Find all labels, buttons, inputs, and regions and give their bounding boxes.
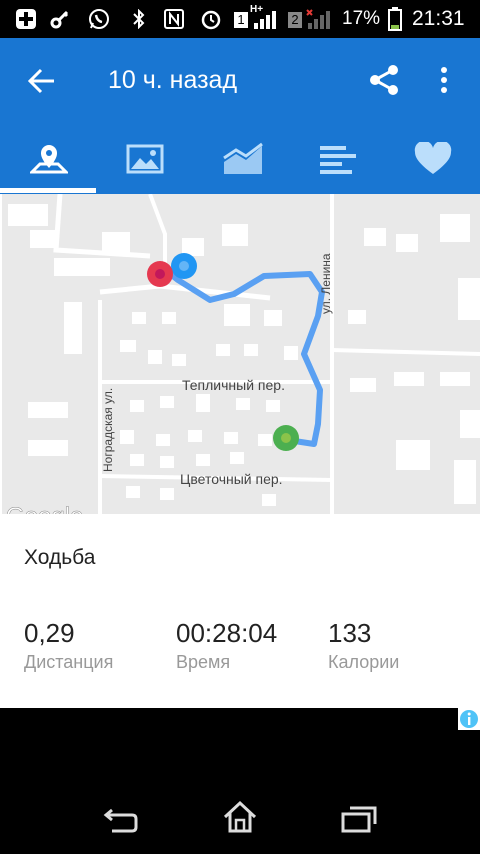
calories-label: Калории: [328, 652, 400, 672]
app-bar: 10 ч. назад: [0, 38, 480, 124]
plus-notification-icon: [16, 9, 36, 29]
ad-banner-strip: [0, 700, 480, 708]
vpn-key-icon: [50, 10, 69, 29]
nfc-icon: [164, 9, 184, 29]
summary-card: Ходьба 0,29 Дистанция 00:28:04 Время 133…: [0, 514, 480, 701]
google-logo: Google: [6, 503, 83, 514]
duration-value: 00:28:04: [176, 618, 278, 648]
bars-icon: [320, 146, 356, 174]
tab-indicator: [0, 188, 96, 193]
activity-type: Ходьба: [24, 546, 96, 569]
page-title: 10 ч. назад: [108, 66, 238, 94]
status-bar: 1 H+ 2 17% 21:31: [0, 0, 480, 38]
current-marker: [171, 253, 197, 279]
overflow-menu-icon[interactable]: [440, 66, 448, 94]
distance-label: Дистанция: [24, 652, 114, 672]
tab-photos[interactable]: [96, 124, 192, 194]
sim2-badge: 2: [288, 12, 302, 28]
chart-icon: [223, 142, 263, 174]
ad-info-button[interactable]: [458, 708, 480, 730]
tab-map[interactable]: [0, 124, 96, 194]
signal-icon: [254, 11, 276, 29]
system-nav-bar: [0, 760, 480, 854]
map-canvas: ул. Ленина Тепличный пер. Ноградская ул.…: [0, 194, 480, 514]
battery-icon: [388, 7, 402, 31]
tab-laps[interactable]: [288, 124, 384, 194]
alarm-icon: [201, 10, 221, 30]
signal-no-service-icon: [306, 9, 330, 29]
start-marker: [273, 425, 299, 451]
bluetooth-icon: [133, 9, 145, 29]
battery-percent: 17%: [342, 8, 381, 29]
sim1-badge: 1: [234, 12, 248, 28]
map-view[interactable]: ул. Ленина Тепличный пер. Ноградская ул.…: [0, 194, 480, 514]
route-line: [165, 269, 325, 447]
heart-icon: [414, 142, 452, 174]
street-label-teplichny: Тепличный пер.: [182, 377, 285, 393]
share-icon[interactable]: [368, 64, 400, 96]
tab-charts[interactable]: [192, 124, 288, 194]
photo-icon: [126, 144, 164, 174]
back-arrow-icon[interactable]: [28, 68, 56, 94]
distance-value: 0,29: [24, 618, 75, 648]
recent-apps-icon[interactable]: [340, 804, 378, 834]
info-icon: [460, 710, 478, 728]
street-label-tsvetochny: Цветочный пер.: [180, 471, 283, 487]
tab-bar: [0, 124, 480, 194]
home-nav-icon[interactable]: [222, 800, 258, 834]
end-marker: [147, 261, 173, 287]
map-pin-icon: [30, 145, 68, 174]
whatsapp-icon: [89, 9, 109, 29]
street-label-lenina: ул. Ленина: [319, 253, 333, 314]
calories-value: 133: [328, 618, 372, 648]
back-nav-icon[interactable]: [102, 804, 140, 834]
clock: 21:31: [412, 7, 465, 30]
street-label-nogradskaya: Ноградская ул.: [101, 388, 115, 472]
duration-label: Время: [176, 652, 231, 672]
tab-heart-rate[interactable]: [384, 124, 480, 194]
